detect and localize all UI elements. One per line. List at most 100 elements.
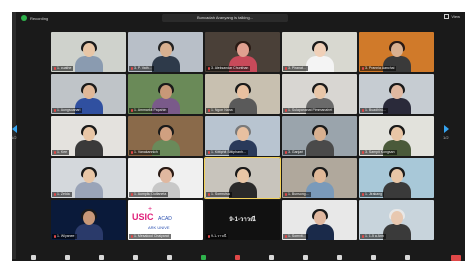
muted-mic-icon	[208, 109, 210, 112]
participant-tile[interactable]: 1. Zelda	[51, 158, 126, 198]
toolbar-participants-button[interactable]	[124, 254, 146, 261]
participant-tile[interactable]: 1. Buadhiru...	[359, 74, 434, 114]
previous-page-arrow-icon[interactable]	[12, 125, 17, 133]
participant-name-tag: 3. Ganjari	[283, 150, 305, 155]
toolbar-more-button[interactable]	[328, 254, 350, 261]
participant-tile[interactable]: 3. Piranat...	[282, 32, 357, 72]
participant-face	[160, 127, 172, 141]
participants-icon	[133, 255, 138, 260]
participant-tile[interactable]: 1. Kee	[51, 116, 126, 156]
participant-face	[391, 85, 403, 99]
participant-face	[314, 43, 326, 57]
participant-face	[314, 169, 326, 183]
participant-body	[306, 140, 334, 156]
participant-tile[interactable]: 9-1-วาวณี9-1-วาวณี	[205, 200, 280, 240]
participant-tile[interactable]: 3. Prannia Aanchai	[359, 32, 434, 72]
page-number-right: 1/2	[443, 135, 449, 140]
participant-name-tag: 1. Buadhiru...	[360, 108, 388, 113]
participant-tile[interactable]: 3. P. Vath...	[128, 32, 203, 72]
participant-name-tag: 1. Zelda	[52, 192, 72, 197]
participant-tile[interactable]: 1. Ngon Nana	[205, 74, 280, 114]
participant-name: 3. Sampit Kongsan	[365, 150, 395, 155]
participant-face	[83, 169, 95, 183]
participant-tile[interactable]: +USICACADARK UNIVE1. Mesakool Chaiyarat	[128, 200, 203, 240]
participant-body	[75, 182, 103, 198]
page-number-left: 1/2	[11, 135, 17, 140]
participant-video	[305, 124, 335, 156]
participant-tile[interactable]: 1. Ammarkit Papahin	[128, 74, 203, 114]
participant-video	[74, 208, 104, 240]
view-button[interactable]: View	[444, 14, 460, 19]
recording-indicator[interactable]: Recording	[21, 15, 48, 21]
participant-face	[314, 127, 326, 141]
participant-name: 1. 1-5 a Ann	[365, 234, 384, 239]
participant-name: 1. Wiyanee	[57, 234, 75, 239]
participant-face	[314, 211, 326, 225]
participant-name-tag: 3. Aleksandar Chunthan	[206, 66, 250, 71]
participant-tile[interactable]: 1. Bunsong...	[282, 158, 357, 198]
end-meeting-button[interactable]	[451, 255, 461, 261]
recording-label: Recording	[30, 16, 48, 21]
participant-tile[interactable]: 1. Aungsoanari	[51, 74, 126, 114]
participant-video	[74, 166, 104, 198]
participant-face	[391, 43, 403, 57]
participant-tile[interactable]: 3. Ganjari	[282, 116, 357, 156]
participant-name-tag: 3. Piranat...	[283, 66, 308, 71]
participant-tile[interactable]: 1. Vanakannich	[128, 116, 203, 156]
participant-name-tag: 1. Somvit...	[283, 234, 308, 239]
toolbar-reactions-button[interactable]	[260, 254, 282, 261]
muted-mic-icon	[208, 235, 210, 238]
toolbar-apps-button[interactable]	[294, 254, 316, 261]
participant-tile[interactable]: 3. Aleksandar Chunthan	[205, 32, 280, 72]
participant-name: 3. Aleksandar Chunthan	[211, 66, 248, 71]
participant-face	[237, 43, 249, 57]
toolbar-record-button[interactable]	[226, 254, 248, 261]
toolbar-more2-button[interactable]	[396, 254, 418, 261]
participant-tile[interactable]: 1. Aumpliu Dulfaneta	[128, 158, 203, 198]
participant-tile[interactable]: 1. Jirakang	[359, 158, 434, 198]
muted-mic-icon	[285, 193, 287, 196]
participant-tile[interactable]: 1. 1-5 a Ann	[359, 200, 434, 240]
participant-tile[interactable]: 1. cuathe	[51, 32, 126, 72]
participant-video	[305, 208, 335, 240]
participant-video	[228, 166, 258, 198]
participant-face	[391, 211, 403, 225]
participant-name: 1. Somvit...	[288, 234, 306, 239]
participant-video	[74, 40, 104, 72]
participant-name: 1. Vanakannich	[134, 150, 158, 155]
muted-mic-icon	[285, 151, 287, 154]
participant-face	[391, 127, 403, 141]
participant-name: 1. Ammarkit Papahin	[134, 108, 166, 113]
participant-name: 3. Piranat...	[288, 66, 306, 71]
record-icon	[235, 255, 240, 260]
chat-icon	[167, 255, 172, 260]
participant-tile[interactable]: 1. Kittiphit Sittiphanh...	[205, 116, 280, 156]
toolbar-view-button[interactable]	[362, 254, 384, 261]
toolbar-mute-button[interactable]	[22, 254, 44, 261]
participant-name-tag: 1. Kee	[52, 150, 69, 155]
participant-face	[83, 211, 95, 225]
participant-display-name: 9-1-วาวณี	[205, 214, 280, 224]
participant-tile[interactable]: 1. Somrutsa	[205, 158, 280, 198]
next-page-arrow-icon[interactable]	[444, 125, 449, 133]
muted-mic-icon	[362, 67, 364, 70]
toolbar-security-button[interactable]	[90, 254, 112, 261]
participant-tile[interactable]: 3. Sampit Kongsan	[359, 116, 434, 156]
participant-tile[interactable]: 1. Sulapananat Pimmanahet	[282, 74, 357, 114]
participant-tile[interactable]: 1. Wiyanee	[51, 200, 126, 240]
muted-mic-icon	[54, 151, 56, 154]
share-icon	[201, 255, 206, 260]
participant-body	[306, 56, 334, 72]
participant-name: 1. Kittiphit Sittiphanh...	[211, 150, 246, 155]
toolbar-chat-button[interactable]	[158, 254, 180, 261]
toolbar-video-button[interactable]	[56, 254, 78, 261]
muted-mic-icon	[362, 235, 364, 238]
participant-name-tag: 1. 1-5 a Ann	[360, 234, 386, 239]
muted-mic-icon	[131, 193, 133, 196]
toolbar-share-button[interactable]	[192, 254, 214, 261]
participant-name: 1. Zelda	[57, 192, 70, 197]
participant-face	[160, 43, 172, 57]
participant-tile[interactable]: 1. Somvit...	[282, 200, 357, 240]
muted-mic-icon	[208, 193, 210, 196]
participant-video	[382, 166, 412, 198]
